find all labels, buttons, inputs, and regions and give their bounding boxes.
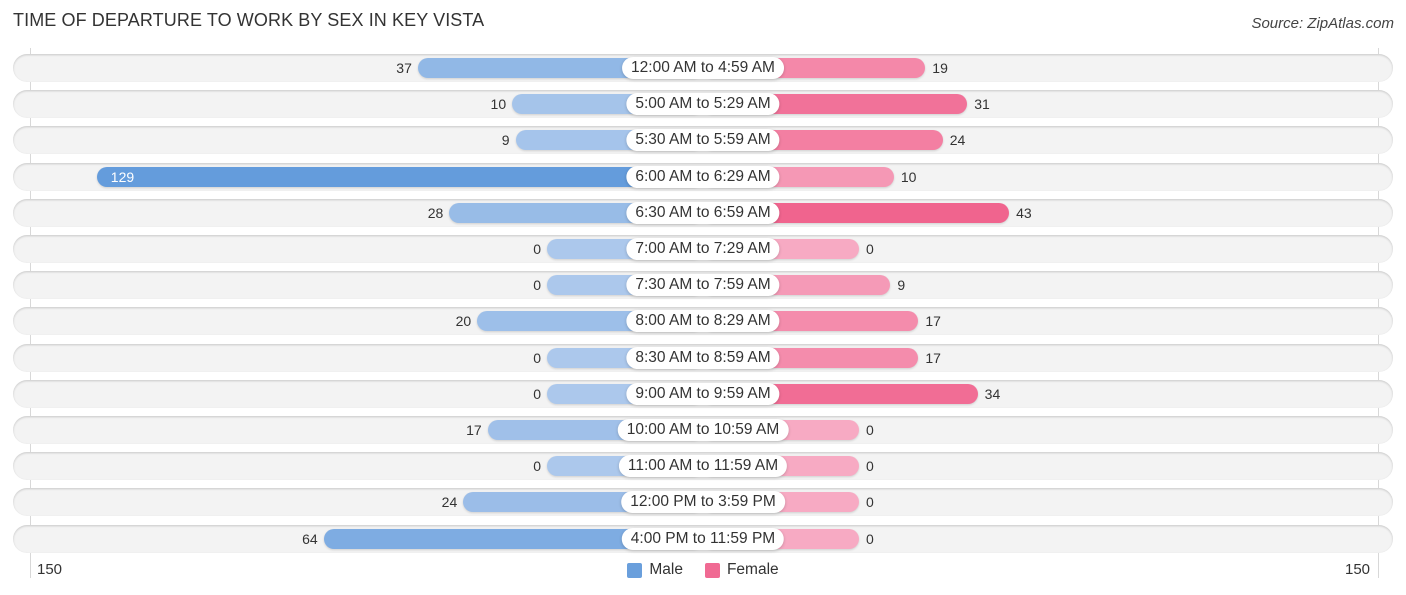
value-label-female: 43 xyxy=(1016,204,1032,221)
category-label: 6:30 AM to 6:59 AM xyxy=(626,201,780,224)
category-label: 4:00 PM to 11:59 PM xyxy=(621,527,785,550)
category-label: 6:00 AM to 6:29 AM xyxy=(626,165,780,188)
value-label-male: 0 xyxy=(533,349,541,366)
value-label-male: 0 xyxy=(533,458,541,475)
value-label-male: 37 xyxy=(396,60,412,76)
value-label-male: 20 xyxy=(455,313,472,330)
value-label-male: 9 xyxy=(501,132,510,149)
legend-label-female: Female xyxy=(726,561,779,578)
value-label-male: 0 xyxy=(533,385,541,402)
value-label-female: 0 xyxy=(866,458,874,475)
value-label-female: 0 xyxy=(866,422,874,438)
category-label: 12:00 PM to 3:59 PM xyxy=(621,491,785,514)
value-label-female: 34 xyxy=(984,385,1001,402)
legend-item-male: Male xyxy=(627,561,683,579)
value-label-female: 0 xyxy=(866,241,874,257)
legend: Male Female xyxy=(0,561,1406,579)
bar-male xyxy=(96,166,703,187)
category-label: 12:00 AM to 4:59 AM xyxy=(622,57,784,79)
legend-item-female: Female xyxy=(704,561,779,579)
value-label-male: 64 xyxy=(302,530,318,547)
category-label: 11:00 AM to 11:59 AM xyxy=(618,455,788,478)
value-label-female: 9 xyxy=(897,277,906,294)
value-label-male: 129 xyxy=(110,168,135,185)
category-label: 7:30 AM to 7:59 AM xyxy=(626,274,780,297)
value-label-female: 24 xyxy=(949,132,966,149)
legend-label-male: Male xyxy=(649,561,683,578)
category-label: 8:30 AM to 8:59 AM xyxy=(626,346,780,369)
value-label-female: 0 xyxy=(866,494,874,511)
category-label: 9:00 AM to 9:59 AM xyxy=(626,382,780,405)
category-label: 5:30 AM to 5:59 AM xyxy=(626,129,780,152)
category-label: 8:00 AM to 8:29 AM xyxy=(626,310,780,333)
value-label-male: 10 xyxy=(490,96,507,113)
legend-swatch-female xyxy=(704,562,720,578)
value-label-female: 17 xyxy=(925,349,941,366)
value-label-male: 28 xyxy=(427,204,444,221)
value-label-female: 0 xyxy=(866,530,874,547)
value-label-female: 31 xyxy=(974,96,990,113)
value-label-female: 10 xyxy=(900,168,917,185)
value-label-male: 17 xyxy=(466,422,482,438)
value-label-male: 24 xyxy=(441,494,458,511)
value-label-female: 17 xyxy=(925,313,941,330)
source-label: Source: ZipAtlas.com xyxy=(1251,15,1394,32)
category-label: 5:00 AM to 5:29 AM xyxy=(626,93,780,116)
value-label-male: 0 xyxy=(533,241,541,257)
value-label-male: 0 xyxy=(533,277,541,294)
category-label: 10:00 AM to 10:59 AM xyxy=(617,419,789,441)
chart-title: TIME OF DEPARTURE TO WORK BY SEX IN KEY … xyxy=(13,10,485,30)
legend-swatch-male xyxy=(627,562,643,578)
category-label: 7:00 AM to 7:29 AM xyxy=(626,238,780,260)
value-label-female: 19 xyxy=(932,60,948,76)
